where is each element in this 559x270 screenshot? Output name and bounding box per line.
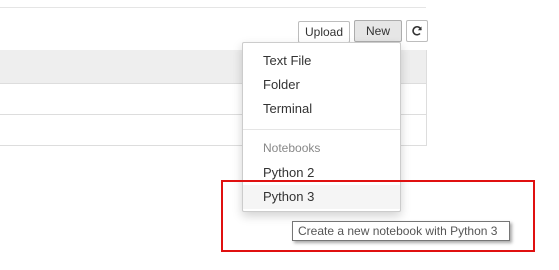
- upload-button[interactable]: Upload: [298, 21, 350, 43]
- new-button[interactable]: New: [354, 20, 402, 54]
- file-list-border: [426, 50, 427, 146]
- menu-divider: [243, 129, 400, 130]
- highlight-box: [221, 180, 535, 252]
- refresh-button[interactable]: [406, 20, 428, 42]
- tooltip: Create a new notebook with Python 3: [292, 221, 510, 241]
- menu-item-text-file[interactable]: Text File: [243, 49, 400, 73]
- menu-item-terminal[interactable]: Terminal: [243, 97, 400, 121]
- refresh-icon: [412, 26, 422, 36]
- menu-header-notebooks: Notebooks: [263, 141, 321, 155]
- top-divider: [0, 7, 426, 8]
- new-button-label: New: [365, 24, 390, 38]
- menu-item-folder[interactable]: Folder: [243, 73, 400, 97]
